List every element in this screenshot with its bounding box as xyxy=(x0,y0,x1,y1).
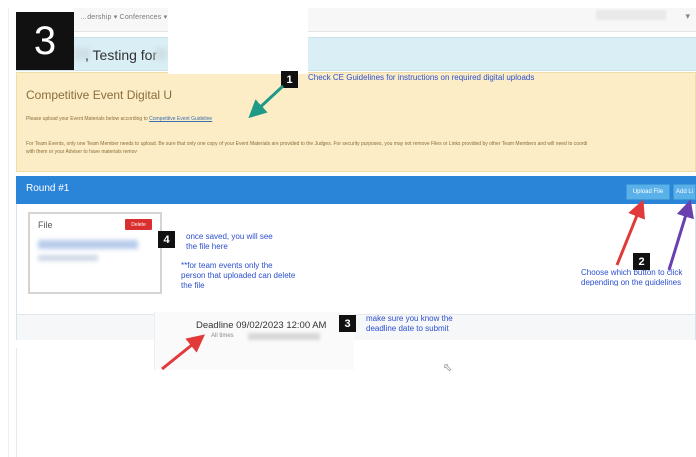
arrow-3 xyxy=(161,334,206,371)
arrow-2-red xyxy=(615,199,645,266)
annotation-arrows xyxy=(161,84,694,371)
arrow-2-purple xyxy=(667,199,694,271)
arrow-1 xyxy=(248,84,285,119)
